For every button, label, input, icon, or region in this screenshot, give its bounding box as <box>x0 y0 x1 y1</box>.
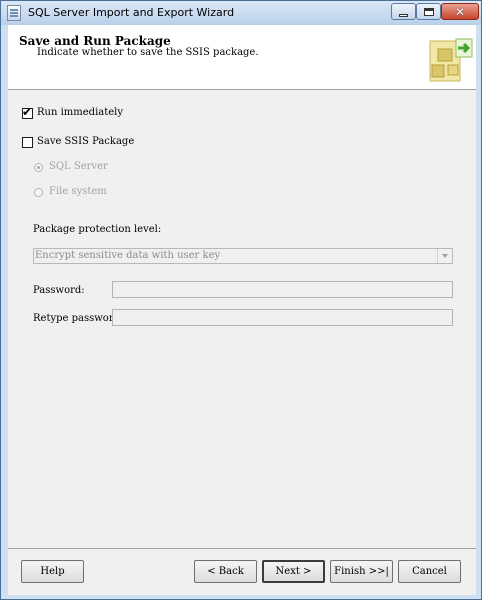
cancel-button[interactable]: Cancel <box>398 560 461 583</box>
window-title: SQL Server Import and Export Wizard <box>28 6 235 19</box>
protection-level-value: Encrypt sensitive data with user key <box>35 250 221 261</box>
page-subtitle: Indicate whether to save the SSIS packag… <box>37 47 259 58</box>
wizard-window: SQL Server Import and Export Wizard ✕ Sa… <box>0 0 482 600</box>
sql-server-label: SQL Server <box>49 161 108 172</box>
next-button[interactable]: Next > <box>262 560 325 583</box>
password-field[interactable] <box>112 281 453 298</box>
wizard-package-icon <box>429 38 473 82</box>
content-area: ✔ Run immediately Save SSIS Package SQL … <box>8 90 476 548</box>
minimize-icon <box>399 13 408 17</box>
chevron-down-icon[interactable] <box>437 249 452 263</box>
protection-level-select[interactable]: Encrypt sensitive data with user key <box>33 248 453 264</box>
minimize-button[interactable] <box>391 3 416 20</box>
retype-password-field[interactable] <box>112 309 453 326</box>
run-immediately-checkbox[interactable]: ✔ <box>22 105 33 119</box>
back-button[interactable]: < Back <box>194 560 257 583</box>
retype-password-label: Retype password: <box>33 313 124 324</box>
radio-selected-icon <box>37 166 40 169</box>
help-button[interactable]: Help <box>21 560 84 583</box>
finish-button[interactable]: Finish >>| <box>330 560 393 583</box>
wizard-footer: Help < Back Next > Finish >>| Cancel <box>8 548 476 595</box>
app-window-icon <box>7 5 21 21</box>
maximize-icon <box>423 7 434 16</box>
password-label: Password: <box>33 285 85 296</box>
save-ssis-package-label[interactable]: Save SSIS Package <box>37 136 134 147</box>
maximize-button[interactable] <box>416 3 441 20</box>
checkmark-icon: ✔ <box>22 105 33 119</box>
page-title: Save and Run Package <box>19 34 171 48</box>
title-bar[interactable]: SQL Server Import and Export Wizard ✕ <box>1 1 481 25</box>
file-system-label: File system <box>49 186 107 197</box>
save-ssis-package-checkbox[interactable] <box>22 137 33 148</box>
sql-server-radio[interactable] <box>34 163 43 172</box>
wizard-header: Save and Run Package Indicate whether to… <box>8 25 476 90</box>
close-icon: ✕ <box>454 4 466 19</box>
run-immediately-label[interactable]: Run immediately <box>37 107 123 118</box>
file-system-radio[interactable] <box>34 188 43 197</box>
close-button[interactable]: ✕ <box>441 3 479 20</box>
protection-level-label: Package protection level: <box>33 224 162 235</box>
